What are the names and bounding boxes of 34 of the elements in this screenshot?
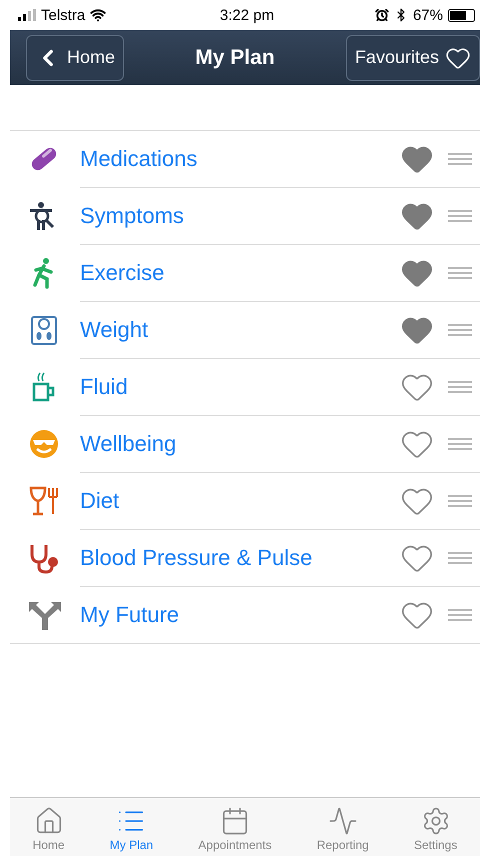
drag-handle[interactable] (448, 153, 472, 165)
plan-item-link[interactable]: Fluid (80, 374, 400, 400)
plan-item-link[interactable]: Blood Pressure & Pulse (80, 545, 400, 571)
drag-handle[interactable] (448, 381, 472, 393)
pulse-icon (328, 806, 358, 836)
plan-item-link[interactable]: Medications (80, 146, 400, 172)
drag-handle[interactable] (448, 552, 472, 564)
tab-bar-item[interactable]: Settings (412, 798, 460, 856)
plan-item-link[interactable]: Symptoms (80, 203, 400, 229)
screen-title: My Plan (195, 46, 275, 70)
battery-percent: 67% (412, 6, 443, 24)
tab-bar-item[interactable]: My Plan (108, 798, 156, 856)
plan-item-link[interactable]: Diet (80, 488, 400, 514)
drag-handle[interactable] (448, 267, 472, 279)
drag-handle[interactable] (448, 495, 472, 507)
favourites-button[interactable]: Favourites (346, 34, 480, 80)
drag-handle[interactable] (448, 609, 472, 621)
plan-item-link[interactable]: My Future (80, 602, 400, 628)
signal-icon (18, 9, 36, 21)
tab-bar-item[interactable]: Home (30, 798, 67, 856)
plan-item-link[interactable]: Wellbeing (80, 431, 400, 457)
carrier-name: Telstra (41, 6, 86, 24)
drag-handle[interactable] (448, 438, 472, 450)
drag-handle[interactable] (448, 210, 472, 222)
drag-handle[interactable] (448, 324, 472, 336)
back-button[interactable]: Home (26, 34, 124, 80)
battery-icon (448, 8, 476, 22)
tab-bar-item[interactable]: Reporting (314, 798, 371, 856)
clock-time: 3:22 pm (220, 6, 274, 24)
wifi-icon (90, 7, 106, 23)
plan-item-link[interactable]: Exercise (80, 260, 400, 286)
alarm-icon (374, 8, 389, 22)
plan-item-link[interactable]: Weight (80, 317, 400, 343)
tab-bar-item[interactable]: Appointments (196, 798, 274, 856)
